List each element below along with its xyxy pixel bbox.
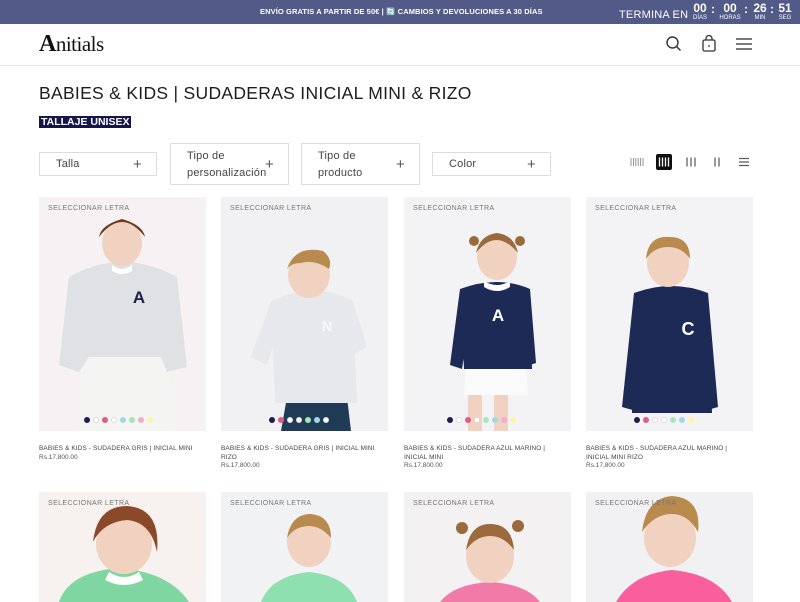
svg-text:C: C xyxy=(682,319,695,339)
select-letter-label: SELECCIONAR LETRA xyxy=(230,500,312,507)
color-swatches[interactable] xyxy=(84,417,156,423)
plus-icon: + xyxy=(396,156,405,173)
product-price: Rs.17,800.00 xyxy=(221,462,260,469)
grid-6-icon[interactable] xyxy=(629,154,645,170)
filter-tipo-personalizacion[interactable]: Tipo de personalización + xyxy=(170,143,289,185)
filter-tipo-producto[interactable]: Tipo de producto + xyxy=(301,143,420,185)
select-letter-label: SELECCIONAR LETRA xyxy=(48,205,130,212)
grid-4-icon[interactable] xyxy=(656,154,672,170)
product-card[interactable]: SELECCIONAR LETRA xyxy=(39,492,206,602)
grid-2-icon[interactable] xyxy=(709,154,725,170)
plus-icon: + xyxy=(527,156,536,173)
product-card[interactable]: A SELECCIONAR LETRA BABIES & KIDS - SUDA… xyxy=(404,197,571,477)
product-image[interactable] xyxy=(221,492,388,602)
product-name[interactable]: BABIES & KIDS - SUDADERA GRIS | INICIAL … xyxy=(221,444,381,462)
product-name[interactable]: BABIES & KIDS - SUDADERA GRIS | INICIAL … xyxy=(39,444,199,453)
svg-text:A: A xyxy=(492,306,504,325)
product-price: Rs.17,800.00 xyxy=(39,454,78,461)
product-price: Rs.17,800.00 xyxy=(404,462,443,469)
list-view-icon[interactable] xyxy=(736,154,752,170)
plus-icon: + xyxy=(265,156,274,173)
filter-color[interactable]: Color + xyxy=(432,152,551,176)
page-title: BABIES & KIDS | SUDADERAS INICIAL MINI &… xyxy=(39,83,472,103)
grid-3-icon[interactable] xyxy=(683,154,699,170)
countdown-label: TERMINA EN xyxy=(619,9,689,21)
product-name[interactable]: BABIES & KIDS - SUDADERA AZUL MARINO | I… xyxy=(586,444,746,462)
product-card[interactable]: A SELECCIONAR LETRA BABIES & KIDS - SUDA… xyxy=(39,197,206,477)
plus-icon: + xyxy=(133,156,142,173)
site-header: Anitials xyxy=(0,24,800,66)
product-image[interactable]: A xyxy=(404,197,571,431)
select-letter-label: SELECCIONAR LETRA xyxy=(413,500,495,507)
filter-talla[interactable]: Talla + xyxy=(39,152,157,176)
product-image[interactable]: A xyxy=(39,197,206,431)
unisex-badge: TALLAJE UNISEX xyxy=(39,116,132,128)
product-image[interactable]: C xyxy=(586,197,753,431)
color-swatches[interactable] xyxy=(634,417,697,423)
product-card[interactable]: SELECCIONAR LETRA xyxy=(221,492,388,602)
product-card[interactable]: SELECCIONAR LETRA xyxy=(404,492,571,602)
search-icon[interactable] xyxy=(664,34,684,54)
product-image[interactable]: N xyxy=(221,197,388,431)
select-letter-label: SELECCIONAR LETRA xyxy=(595,205,677,212)
countdown-days: 00 DÍAS xyxy=(692,1,707,22)
select-letter-label: SELECCIONAR LETRA xyxy=(48,500,130,507)
announcement-bar: ENVÍO GRATIS A PARTIR DE 50€ | 🔄 CAMBIOS… xyxy=(0,0,800,24)
select-letter-label: SELECCIONAR LETRA xyxy=(413,205,495,212)
site-logo[interactable]: Anitials xyxy=(39,31,104,58)
product-image[interactable] xyxy=(39,492,206,602)
product-card[interactable]: N SELECCIONAR LETRA BABIES & KIDS - SUDA… xyxy=(221,197,388,477)
color-swatches[interactable] xyxy=(447,417,519,423)
svg-text:A: A xyxy=(133,288,145,307)
product-price: Rs.17,800.00 xyxy=(586,462,625,469)
product-image[interactable] xyxy=(586,492,753,602)
menu-icon[interactable] xyxy=(734,34,754,54)
select-letter-label: SELECCIONAR LETRA xyxy=(230,205,312,212)
product-image[interactable] xyxy=(404,492,571,602)
countdown-minutes: 26 MIN xyxy=(753,1,767,22)
color-swatches[interactable] xyxy=(269,417,332,423)
product-card[interactable]: C SELECCIONAR LETRA BABIES & KIDS - SUDA… xyxy=(586,197,753,477)
select-letter-label: SELECCIONAR LETRA xyxy=(595,500,677,507)
bag-icon[interactable] xyxy=(699,34,719,54)
countdown-hours: 00 HORAS xyxy=(719,1,741,22)
announcement-text: ENVÍO GRATIS A PARTIR DE 50€ | 🔄 CAMBIOS… xyxy=(260,7,543,16)
svg-text:N: N xyxy=(322,318,332,334)
countdown-seconds: 51 SEG xyxy=(778,1,792,22)
product-card[interactable]: SELECCIONAR LETRA xyxy=(586,492,753,602)
announcement-message: ENVÍO GRATIS A PARTIR DE 50€ | 🔄 CAMBIOS… xyxy=(260,7,543,16)
product-name[interactable]: BABIES & KIDS - SUDADERA AZUL MARINO | I… xyxy=(404,444,564,462)
